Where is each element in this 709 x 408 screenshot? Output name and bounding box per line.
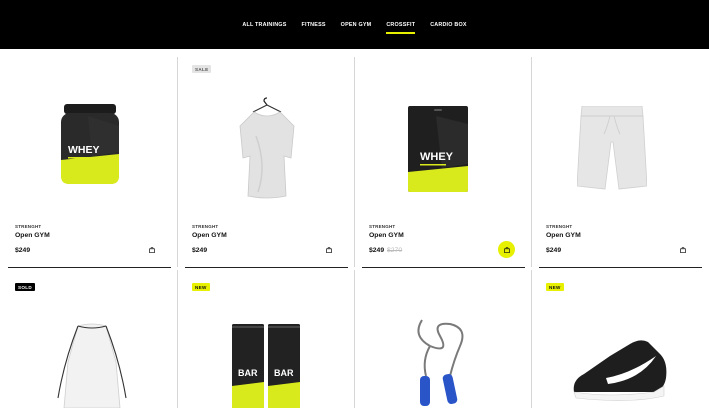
grid-divider <box>531 270 532 408</box>
product-title[interactable]: Open GYM <box>546 232 581 239</box>
new-badge: NEW <box>546 283 564 291</box>
product-category: STRENGHT <box>15 224 42 229</box>
shorts-image[interactable] <box>577 106 647 190</box>
product-title[interactable]: Open GYM <box>192 232 227 239</box>
product-price: $249 <box>192 247 208 254</box>
drawstring-bag-image[interactable] <box>52 322 132 408</box>
add-to-cart-button[interactable] <box>324 245 334 255</box>
product-price: $249 <box>546 247 562 254</box>
tab-fitness[interactable]: FITNESS <box>302 20 326 30</box>
new-badge: NEW <box>192 283 210 291</box>
protein-bars-image[interactable]: BAR BAR <box>232 324 302 408</box>
whey-label: WHEY <box>420 151 454 163</box>
tab-cardio-box[interactable]: CARDIO BOX <box>430 20 466 30</box>
tab-all-trainings[interactable]: ALL TRAININGS <box>242 20 286 30</box>
product-title[interactable]: Open GYM <box>15 232 50 239</box>
whey-jar-image[interactable]: WHEY <box>58 104 122 184</box>
product-old-price: $270 <box>387 247 403 254</box>
grid-divider <box>177 57 178 267</box>
t-shirt-image[interactable] <box>236 96 298 202</box>
grid-divider <box>177 270 178 408</box>
whey-label: WHEY <box>68 144 100 156</box>
product-category: STRENGHT <box>192 224 219 229</box>
card-underline <box>185 267 348 268</box>
shopping-bag-icon <box>503 246 510 253</box>
product-category: STRENGHT <box>369 224 396 229</box>
jump-rope-image[interactable] <box>410 316 476 408</box>
bar-label: BAR <box>274 368 294 378</box>
shopping-bag-icon <box>326 247 332 253</box>
add-to-cart-button[interactable] <box>498 241 515 258</box>
sold-badge: SOLD <box>15 283 35 291</box>
product-price: $249 <box>15 247 31 254</box>
sale-badge: SALE <box>192 65 212 73</box>
grid-divider <box>531 57 532 267</box>
shopping-bag-icon <box>680 247 686 253</box>
shopping-bag-icon <box>149 247 155 253</box>
bar-label: BAR <box>238 368 258 378</box>
grid-divider <box>354 57 355 267</box>
product-category: STRENGHT <box>546 224 573 229</box>
product-price: $249 <box>369 247 385 254</box>
tab-open-gym[interactable]: OPEN GYM <box>341 20 372 30</box>
whey-pouch-image[interactable]: WHEY <box>406 106 470 192</box>
product-title[interactable]: Open GYM <box>369 232 404 239</box>
add-to-cart-button[interactable] <box>678 245 688 255</box>
tab-crossfit[interactable]: CROSSFIT <box>386 20 416 34</box>
card-underline <box>362 267 525 268</box>
grid-divider <box>354 270 355 408</box>
card-underline <box>8 267 171 268</box>
sneaker-image[interactable] <box>570 334 670 404</box>
category-tabs: ALL TRAININGS FITNESS OPEN GYM CROSSFIT … <box>0 0 709 49</box>
add-to-cart-button[interactable] <box>147 245 157 255</box>
card-underline <box>539 267 702 268</box>
